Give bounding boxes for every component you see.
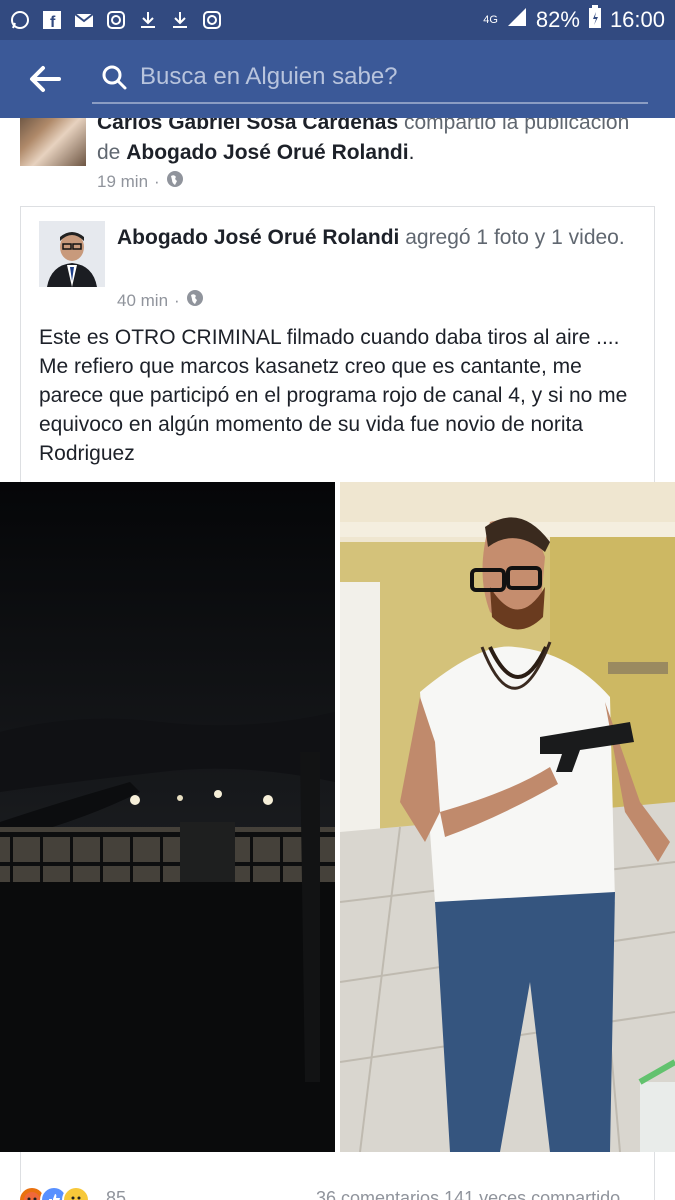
share-summary: Carlos Gabriel Sosa Cardenas compartió l… bbox=[97, 118, 657, 168]
search-header: Busca en Alguien sabe? bbox=[0, 40, 675, 118]
gmail-icon bbox=[74, 10, 94, 30]
whatsapp-icon bbox=[10, 10, 30, 30]
search-placeholder: Busca en Alguien sabe? bbox=[140, 63, 398, 90]
reaction-count[interactable]: 85 bbox=[106, 1188, 126, 1200]
globe-icon bbox=[186, 289, 204, 312]
search-icon bbox=[94, 57, 134, 97]
back-button[interactable] bbox=[0, 40, 90, 118]
download-icon bbox=[170, 10, 190, 30]
network-indicator: 4G bbox=[483, 13, 498, 26]
author-name-link[interactable]: Abogado José Orué Rolandi bbox=[117, 226, 399, 249]
facebook-icon: f bbox=[42, 10, 62, 30]
battery-percent: 82% bbox=[535, 7, 580, 32]
post-text: Este es OTRO CRIMINAL filmado cuando dab… bbox=[39, 326, 628, 465]
search-input[interactable]: Busca en Alguien sabe? bbox=[92, 52, 648, 104]
original-author-link[interactable]: Abogado José Orué Rolandi bbox=[126, 141, 408, 164]
battery-icon bbox=[588, 5, 602, 35]
back-arrow-icon bbox=[30, 66, 61, 92]
post-action: agregó 1 foto y 1 video. bbox=[399, 226, 625, 249]
instagram-icon bbox=[202, 10, 222, 30]
dot-separator: · bbox=[174, 290, 180, 310]
post-meta: 40 min · bbox=[117, 289, 204, 312]
instagram-icon bbox=[106, 10, 126, 30]
globe-icon bbox=[166, 170, 184, 193]
share-header: Carlos Gabriel Sosa Cardenas compartió l… bbox=[0, 118, 675, 196]
signal-icon bbox=[506, 6, 528, 34]
post-header: Abogado José Orué Rolandi agregó 1 foto … bbox=[117, 223, 637, 253]
reaction-icons[interactable] bbox=[18, 1186, 90, 1200]
dot-separator: · bbox=[154, 171, 160, 191]
avatar[interactable] bbox=[39, 221, 105, 287]
reactions-bar: 85 36 comentarios 141 veces compartido bbox=[0, 1182, 675, 1200]
post-media bbox=[0, 482, 675, 1152]
svg-text:f: f bbox=[50, 14, 56, 30]
download-icon bbox=[138, 10, 158, 30]
avatar[interactable] bbox=[20, 118, 86, 166]
photo[interactable] bbox=[340, 482, 675, 1152]
share-meta: 19 min · bbox=[97, 170, 184, 193]
share-end: . bbox=[408, 141, 415, 164]
comments-shares-count[interactable]: 36 comentarios 141 veces compartido bbox=[316, 1188, 620, 1200]
clock: 16:00 bbox=[609, 7, 665, 32]
sharer-name-link[interactable]: Carlos Gabriel Sosa Cardenas bbox=[97, 118, 398, 134]
feed: Carlos Gabriel Sosa Cardenas compartió l… bbox=[0, 118, 675, 1200]
video-thumbnail[interactable] bbox=[0, 482, 335, 1152]
post-time[interactable]: 40 min bbox=[117, 291, 168, 311]
share-time[interactable]: 19 min bbox=[97, 172, 148, 192]
status-bar: f 4G 82% 16:00 bbox=[0, 0, 675, 40]
wow-react-icon bbox=[62, 1186, 90, 1200]
